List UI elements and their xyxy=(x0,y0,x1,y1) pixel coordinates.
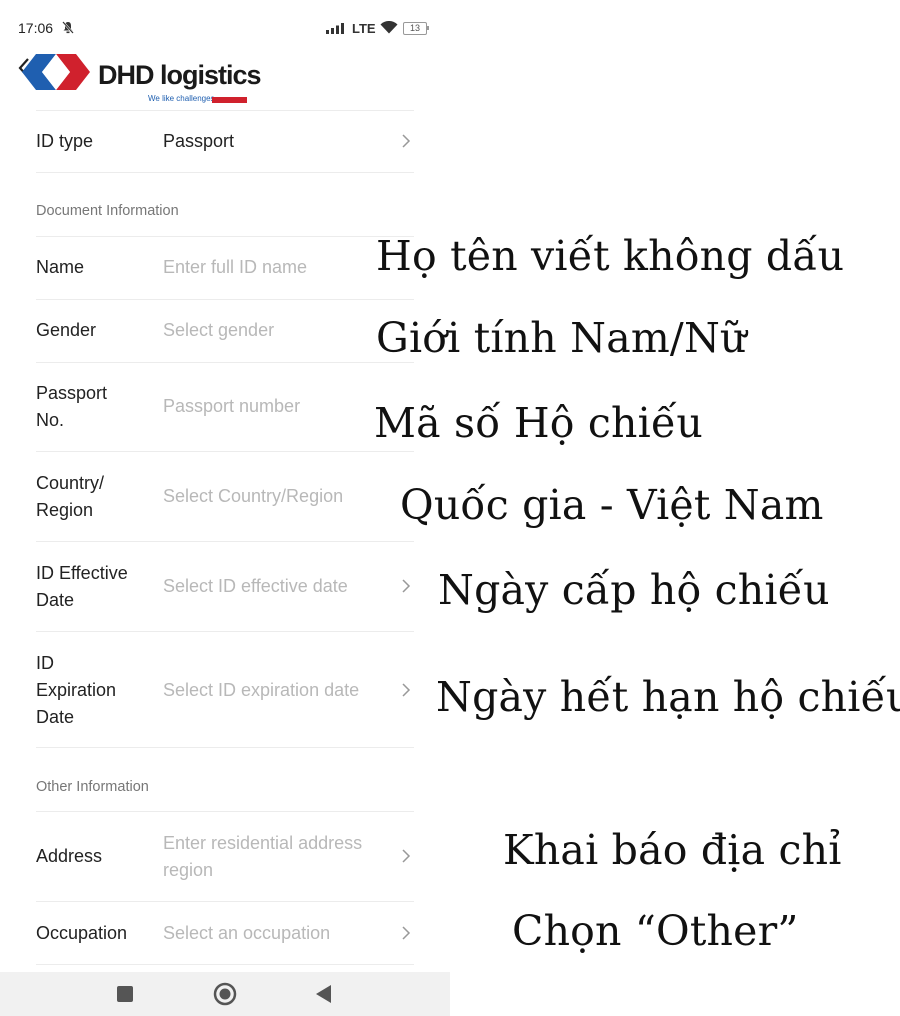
id-type-label: ID type xyxy=(36,131,94,151)
passport-label-line2: No. xyxy=(36,410,65,430)
divider xyxy=(36,362,414,363)
gender-label: Gender xyxy=(36,320,97,340)
country-label-line2: Region xyxy=(36,500,94,520)
status-bar: 17:06 LTE 13 xyxy=(0,0,450,52)
divider xyxy=(36,172,414,173)
chevron-right-icon xyxy=(402,849,411,863)
chevron-right-icon xyxy=(402,134,411,148)
address-placeholder-line2: region xyxy=(163,860,214,880)
signal-icon xyxy=(326,23,344,34)
back-button[interactable] xyxy=(304,972,344,1016)
occupation-label: Occupation xyxy=(36,923,128,943)
annotation-effective-date: Ngày cấp hộ chiếu xyxy=(438,566,830,614)
chevron-right-icon xyxy=(402,683,411,697)
address-input[interactable]: Enter residential address region xyxy=(163,830,362,884)
triangle-back-icon xyxy=(316,985,331,1003)
occupation-select[interactable]: Select an occupation xyxy=(163,920,330,947)
address-placeholder-line1: Enter residential address xyxy=(163,833,363,853)
home-button[interactable] xyxy=(205,972,245,1016)
effective-date-label-line1: ID Effective xyxy=(36,563,128,583)
divider xyxy=(36,901,414,902)
brand-name: DHD logistics xyxy=(98,60,262,90)
section-document-info: Document Information xyxy=(36,203,179,219)
divider xyxy=(36,110,414,111)
status-time: 17:06 xyxy=(18,20,54,36)
annotation-occupation: Chọn “Other” xyxy=(512,907,799,955)
wifi-icon xyxy=(380,21,398,34)
section-other-info: Other Information xyxy=(36,779,149,795)
divider xyxy=(36,811,414,812)
network-type: LTE xyxy=(352,21,376,36)
square-icon xyxy=(117,986,133,1002)
chevron-right-icon xyxy=(402,926,411,940)
name-label: Name xyxy=(36,257,85,277)
annotation-address: Khai báo địa chỉ xyxy=(503,826,842,874)
brand-tagline: We like challenges xyxy=(148,94,215,103)
country-select[interactable]: Select Country/Region xyxy=(163,483,343,510)
expiration-date-label-line3: Date xyxy=(36,707,75,727)
passport-number-input[interactable]: Passport number xyxy=(163,393,300,420)
annotation-name: Họ tên viết không dấu xyxy=(376,232,845,280)
address-label: Address xyxy=(36,846,103,866)
expiration-date-select[interactable]: Select ID expiration date xyxy=(163,677,359,704)
effective-date-label: ID Effective Date xyxy=(36,560,151,614)
divider xyxy=(36,451,414,452)
effective-date-label-line2: Date xyxy=(36,590,75,610)
divider xyxy=(36,964,414,965)
brand-logo: DHD logistics We like challenges xyxy=(22,50,262,110)
divider xyxy=(36,747,414,748)
name-input[interactable]: Enter full ID name xyxy=(163,254,307,281)
battery-tip xyxy=(427,26,429,30)
passport-label-line1: Passport xyxy=(36,383,108,403)
expiration-date-label-line2: Expiration xyxy=(36,680,117,700)
annotation-passport: Mã số Hộ chiếu xyxy=(374,399,703,447)
logo-truck-bar xyxy=(212,97,247,103)
divider xyxy=(36,236,414,237)
annotation-country: Quốc gia - Việt Nam xyxy=(400,481,824,529)
divider xyxy=(36,631,414,632)
divider xyxy=(36,541,414,542)
country-label-line1: Country/ xyxy=(36,473,105,493)
annotation-gender: Giới tính Nam/Nữ xyxy=(376,314,747,362)
passport-label: Passport No. xyxy=(36,380,151,434)
expiration-date-label: ID Expiration Date xyxy=(36,650,151,731)
annotation-expiration-date: Ngày hết hạn hộ chiếu xyxy=(436,673,900,721)
recents-button[interactable] xyxy=(105,972,145,1016)
circle-icon xyxy=(213,982,237,1006)
country-label: Country/ Region xyxy=(36,470,151,524)
system-nav-bar xyxy=(0,972,450,1016)
mute-icon xyxy=(62,21,74,34)
logo-mark-icon xyxy=(22,54,90,90)
divider xyxy=(36,299,414,300)
phone-screen: 17:06 LTE 13 DHD logistics We like chall… xyxy=(0,0,450,1016)
effective-date-select[interactable]: Select ID effective date xyxy=(163,573,348,600)
gender-select[interactable]: Select gender xyxy=(163,317,274,344)
id-type-value: Passport xyxy=(163,131,235,151)
expiration-date-label-line1: ID xyxy=(36,653,54,673)
chevron-right-icon xyxy=(402,579,411,593)
battery-icon: 13 xyxy=(403,22,427,35)
battery-level: 13 xyxy=(409,23,420,33)
